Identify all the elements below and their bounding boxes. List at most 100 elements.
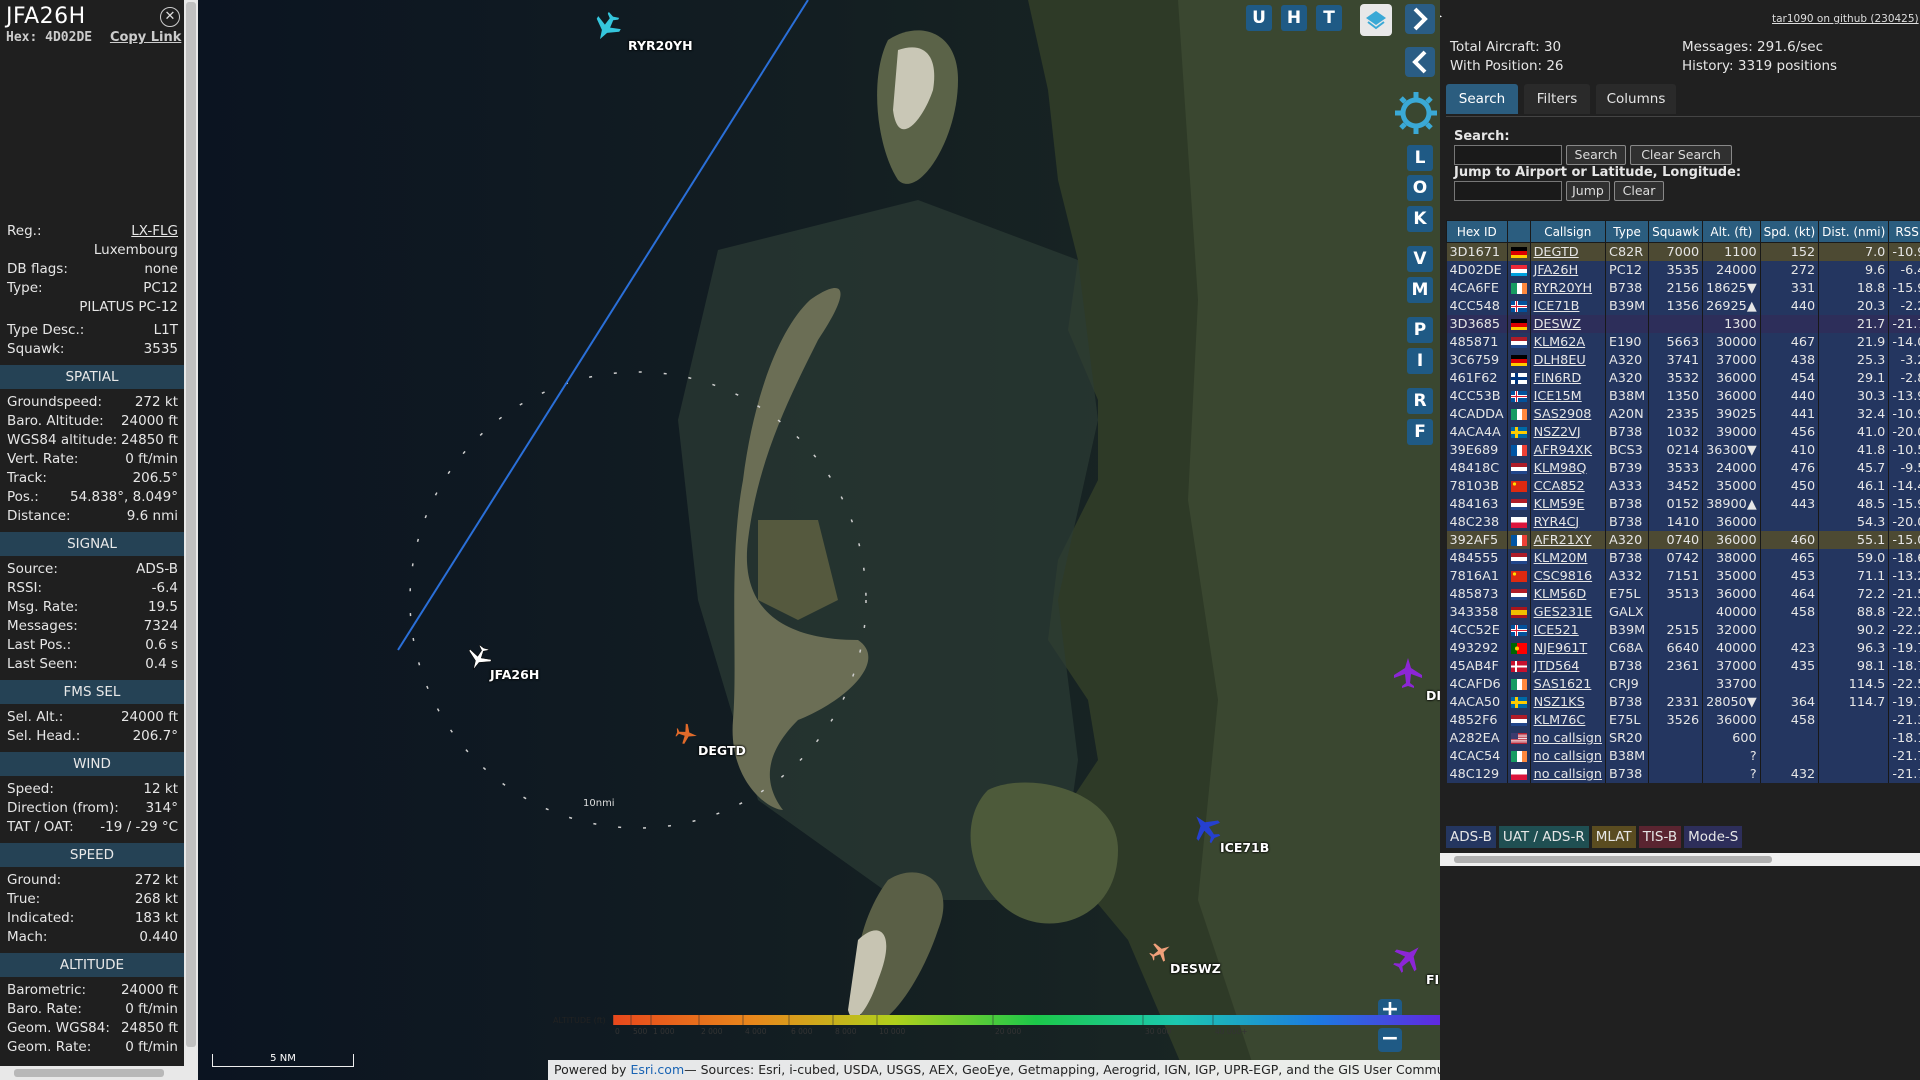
button-k[interactable]: K (1407, 206, 1433, 232)
column-header[interactable] (1506, 220, 1531, 243)
aircraft-icon-degtd[interactable] (672, 720, 700, 748)
callsign-link[interactable]: KLM56D (1530, 585, 1607, 603)
table-row[interactable]: 4CAC54 no callsignB38M? -21.7 (1446, 747, 1920, 765)
layers-button[interactable] (1360, 4, 1392, 36)
aircraft-icon-fi[interactable] (1390, 940, 1426, 976)
callsign-link[interactable]: no callsign (1530, 765, 1607, 783)
column-header[interactable]: Spd. (kt) (1759, 220, 1820, 243)
table-row[interactable]: 4CA6FE RYR20YHB738215618625▼33118.8-15.9 (1446, 279, 1920, 297)
table-row[interactable]: 485871 KLM62AE19056633000046721.9-14.0 (1446, 333, 1920, 351)
label-ice71b[interactable]: ICE71B (1220, 840, 1269, 855)
column-header[interactable]: RSSI (1888, 220, 1920, 243)
callsign-link[interactable]: ICE521 (1530, 621, 1607, 639)
callsign-link[interactable]: SAS1621 (1530, 675, 1607, 693)
callsign-link[interactable]: AFR21XY (1530, 531, 1607, 549)
callsign-link[interactable]: NSZ1KS (1530, 693, 1607, 711)
button-f[interactable]: F (1407, 419, 1433, 445)
copy-link[interactable]: Copy Link (110, 30, 181, 45)
table-horizontal-scrollbar[interactable] (1440, 853, 1920, 866)
info-scrollbar-thumb[interactable] (186, 2, 196, 1047)
table-row[interactable]: 4852F6 KLM76CE75L352636000458 -21.3 (1446, 711, 1920, 729)
tab-filters[interactable]: Filters (1524, 84, 1590, 114)
clear-search-button[interactable]: Clear Search (1630, 145, 1732, 165)
table-row[interactable]: 4CC52E ICE521B39M251532000 90.2-22.2 (1446, 621, 1920, 639)
button-h[interactable]: H (1281, 5, 1307, 31)
callsign-link[interactable]: CSC9816 (1530, 567, 1607, 585)
tab-search[interactable]: Search (1446, 84, 1518, 114)
callsign-link[interactable]: KLM62A (1530, 333, 1607, 351)
table-row[interactable]: 4ACA4A NSZ2VJB73810323900045641.0-20.0 (1446, 423, 1920, 441)
github-link[interactable]: tar1090 on github (230425) (1772, 13, 1919, 25)
info-horizontal-scrollbar[interactable] (0, 1066, 198, 1080)
table-row[interactable]: 48418C KLM98QB73935332400047645.7-9.5 (1446, 459, 1920, 477)
button-o[interactable]: O (1407, 175, 1433, 201)
callsign-link[interactable]: no callsign (1530, 747, 1607, 765)
callsign-link[interactable]: FIN6RD (1530, 369, 1607, 387)
callsign-link[interactable]: AFR94XK (1530, 441, 1607, 459)
callsign-link[interactable]: no callsign (1530, 729, 1607, 747)
button-m[interactable]: M (1407, 277, 1433, 303)
table-row[interactable]: 45AB4F JTD564B73823613700043598.1-18.7 (1446, 657, 1920, 675)
search-button[interactable]: Search (1566, 145, 1626, 165)
table-row[interactable]: 493292 NJE961TC68A66404000042396.3-19.7 (1446, 639, 1920, 657)
callsign-link[interactable]: KLM76C (1530, 711, 1607, 729)
callsign-link[interactable]: KLM98Q (1530, 459, 1607, 477)
label-fi[interactable]: FI (1426, 972, 1439, 987)
callsign-link[interactable]: RYR20YH (1530, 279, 1607, 297)
table-row[interactable]: 3D3685 DESWZ 1300 21.7-21.7 (1446, 315, 1920, 333)
table-row[interactable]: 392AF5 AFR21XYA32007403600046055.1-15.0 (1446, 531, 1920, 549)
callsign-link[interactable]: DEGTD (1530, 242, 1607, 261)
table-row[interactable]: A282EA no callsignSR20 600 -18.1 (1446, 729, 1920, 747)
callsign-link[interactable]: KLM20M (1530, 549, 1607, 567)
table-hscroll-thumb[interactable] (1454, 856, 1772, 863)
aircraft-icon-ryr20yh[interactable] (590, 10, 624, 44)
callsign-link[interactable]: CCA852 (1530, 477, 1607, 495)
table-row[interactable]: 484555 KLM20MB73807423800046559.0-18.6 (1446, 549, 1920, 567)
callsign-link[interactable]: JFA26H (1530, 261, 1607, 279)
sidebar-toggle-arrows-icon[interactable]: ◂▸ (1440, 8, 1464, 30)
table-row[interactable]: 3D1671 DEGTDC82R700011001527.0-10.9 (1446, 242, 1920, 261)
label-deswz[interactable]: DESWZ (1170, 961, 1221, 976)
callsign-link[interactable]: DESWZ (1530, 315, 1607, 333)
collapse-left-button[interactable] (1405, 47, 1435, 77)
settings-gear-icon[interactable] (1393, 90, 1439, 136)
button-l[interactable]: L (1407, 145, 1433, 171)
table-row[interactable]: 461F62 FIN6RDA32035323600045429.1-2.8 (1446, 369, 1920, 387)
table-row[interactable]: 4D02DE JFA26HPC123535240002729.6-6.4 (1446, 261, 1920, 279)
jump-button[interactable]: Jump (1566, 181, 1610, 201)
callsign-link[interactable]: NSZ2VJ (1530, 423, 1607, 441)
callsign-link[interactable]: GES231E (1530, 603, 1607, 621)
search-input[interactable] (1454, 145, 1562, 165)
button-p[interactable]: P (1407, 317, 1433, 343)
column-header[interactable]: Alt. (ft) (1702, 220, 1761, 243)
button-v[interactable]: V (1407, 246, 1433, 272)
button-i[interactable]: I (1407, 348, 1433, 374)
button-u[interactable]: U (1246, 5, 1272, 31)
table-row[interactable]: 48C238 RYR4CJB738141036000 54.3-20.0 (1446, 513, 1920, 531)
table-row[interactable]: 48C129 no callsignB738?432 -21.7 (1446, 765, 1920, 783)
column-header[interactable]: Callsign (1529, 220, 1607, 243)
table-row[interactable]: 4CADDA SAS2908A20N23353902544132.4-10.9 (1446, 405, 1920, 423)
callsign-link[interactable]: ICE15M (1530, 387, 1607, 405)
label-ryr20yh[interactable]: RYR20YH (628, 38, 693, 53)
esri-link[interactable]: Esri.com (630, 1062, 684, 1077)
jump-input[interactable] (1454, 181, 1562, 201)
column-header[interactable]: Squawk (1648, 220, 1704, 243)
clear-jump-button[interactable]: Clear (1614, 181, 1664, 201)
table-row[interactable]: 485873 KLM56DE75L35133600046472.2-21.5 (1446, 585, 1920, 603)
map-view[interactable]: 10nmi RYR20YH JFA26H DEGTD ICE71B DESWZ … (198, 0, 1440, 1080)
callsign-link[interactable]: ICE71B (1530, 297, 1607, 315)
table-row[interactable]: 3C6759 DLH8EUA32037413700043825.3-3.2 (1446, 351, 1920, 369)
callsign-link[interactable]: SAS2908 (1530, 405, 1607, 423)
button-t[interactable]: T (1316, 5, 1342, 31)
table-row[interactable]: 4CAFD6 SAS1621CRJ9 33700 114.5-22.5 (1446, 675, 1920, 693)
table-row[interactable]: 4ACA50 NSZ1KSB738233128050▼364114.7-19.7 (1446, 693, 1920, 711)
callsign-link[interactable]: RYR4CJ (1530, 513, 1607, 531)
button-r[interactable]: R (1407, 388, 1433, 414)
callsign-link[interactable]: JTD564 (1530, 657, 1607, 675)
close-icon[interactable]: ✕ (160, 7, 180, 27)
table-row[interactable]: 78103B CCA852A33334523500045046.1-14.4 (1446, 477, 1920, 495)
callsign-link[interactable]: NJE961T (1530, 639, 1607, 657)
expand-right-button[interactable] (1405, 4, 1435, 34)
label-degtd[interactable]: DEGTD (698, 743, 746, 758)
